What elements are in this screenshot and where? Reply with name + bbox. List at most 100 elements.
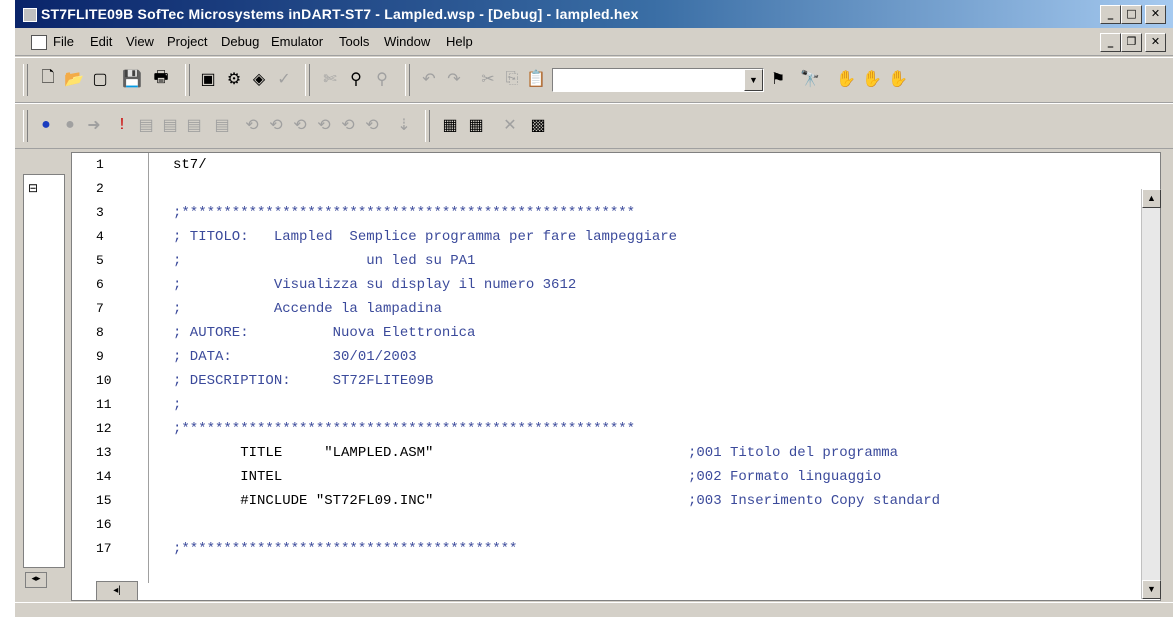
code-line: ; TITOLO: Lampled Semplice programma per…	[173, 229, 678, 245]
code-line: #INCLUDE "ST72FL09.INC"	[173, 493, 434, 509]
find-icon[interactable]: ⚲	[371, 68, 393, 90]
stack-icon[interactable]: ⟲	[289, 114, 311, 136]
code-line: ;***************************************…	[173, 205, 636, 221]
chart-icon[interactable]: ▦	[439, 114, 461, 136]
code-line: ;***************************************…	[173, 541, 518, 557]
breakpoint-icon[interactable]: !	[111, 114, 133, 136]
menu-file[interactable]: File	[53, 34, 74, 49]
workspace-tree[interactable]: ⊟	[23, 174, 65, 568]
hand-remove-icon[interactable]: ✋	[887, 68, 909, 90]
line-number: 3	[96, 205, 104, 220]
disasm-icon[interactable]: ⟲	[313, 114, 335, 136]
copy-icon[interactable]: ⎘	[501, 68, 523, 90]
code-comment: ;002 Formato linguaggio	[688, 469, 882, 485]
line-number: 14	[96, 469, 112, 484]
line-number: 9	[96, 349, 104, 364]
doc-restore-button[interactable]: ❐	[1121, 33, 1142, 52]
save-icon[interactable]: 💾	[121, 68, 143, 90]
compile-icon[interactable]: ▣	[197, 68, 219, 90]
scroll-down-icon[interactable]: ▼	[1142, 580, 1161, 599]
menu-window[interactable]: Window	[384, 34, 430, 49]
step-over-icon[interactable]: ▤	[159, 114, 181, 136]
open-file-icon[interactable]: 📂	[63, 68, 85, 90]
line-number: 17	[96, 541, 112, 556]
workspace-panel-header[interactable]	[19, 152, 69, 168]
menu-view[interactable]: View	[126, 34, 154, 49]
line-number: 13	[96, 445, 112, 460]
cut-icon[interactable]: ✄	[319, 68, 341, 90]
build-icon[interactable]: ⚙	[223, 68, 245, 90]
chart-icon[interactable]: ✕	[499, 114, 521, 136]
menu-edit[interactable]: Edit	[90, 34, 112, 49]
menu-project[interactable]: Project	[167, 34, 207, 49]
hand-all-icon[interactable]: ✋	[861, 68, 883, 90]
code-line: ;***************************************…	[173, 421, 636, 437]
toolbar-grip[interactable]	[23, 110, 28, 142]
toolbar-grip[interactable]	[23, 64, 28, 96]
run-icon[interactable]: ●	[35, 114, 57, 136]
vertical-scrollbar[interactable]: ▲ ▼	[1141, 189, 1161, 599]
code-line: ; DESCRIPTION: ST72FLITE09B	[173, 373, 434, 389]
scroll-up-icon[interactable]: ▲	[1142, 189, 1161, 208]
menu-debug[interactable]: Debug	[221, 34, 259, 49]
line-number: 6	[96, 277, 104, 292]
debug-toolbar: ● ● ➜ ! ▤ ▤ ▤ ▤ ⟲ ⟲ ⟲ ⟲ ⟲ ⟲ ⇣ ▦ ▦ ✕ ▩	[15, 103, 1173, 149]
trace-icon[interactable]: ⟲	[361, 114, 383, 136]
chevron-down-icon[interactable]: ▼	[744, 69, 763, 91]
find-combo[interactable]: ▼	[552, 68, 764, 92]
new-file-icon[interactable]: 🗋	[37, 68, 59, 90]
doc-minimize-button[interactable]: _	[1100, 33, 1121, 52]
cut-icon[interactable]: ✂	[477, 68, 499, 90]
title-bar[interactable]: ST7FLITE09B SofTec Microsystems inDART-S…	[15, 0, 1173, 28]
open-workspace-icon[interactable]: ▢	[89, 68, 111, 90]
toolbar-grip[interactable]	[305, 64, 310, 96]
chart-icon[interactable]: ▦	[465, 114, 487, 136]
toolbar-grip[interactable]	[405, 64, 410, 96]
app-icon[interactable]	[23, 8, 37, 22]
undo-icon[interactable]: ↶	[418, 68, 440, 90]
chart-icon[interactable]: ▩	[527, 114, 549, 136]
maximize-button[interactable]: □	[1121, 5, 1142, 24]
code-line: INTEL	[173, 469, 283, 485]
code-line: TITLE "LAMPLED.ASM"	[173, 445, 434, 461]
reset-icon[interactable]: ➜	[83, 114, 105, 136]
menu-emulator[interactable]: Emulator	[271, 34, 323, 49]
line-number: 1	[96, 157, 104, 172]
memory-icon[interactable]: ▤	[211, 114, 233, 136]
menu-help[interactable]: Help	[446, 34, 473, 49]
stop-icon[interactable]: ●	[59, 114, 81, 136]
code-line: ;	[173, 397, 182, 413]
redo-icon[interactable]: ↷	[443, 68, 465, 90]
step-into-icon[interactable]: ▤	[135, 114, 157, 136]
scroll-left-right-icon[interactable]: ◂▸	[25, 572, 47, 588]
hand-icon[interactable]: ✋	[835, 68, 857, 90]
paste-icon[interactable]: 📋	[525, 68, 547, 90]
code-line: ; DATA: 30/01/2003	[173, 349, 417, 365]
code-editor[interactable]: 1 2 3 4 5 6 7 8 9 10 11 12 13 14 15 16 1…	[71, 152, 1161, 601]
calc-icon[interactable]: ⇣	[393, 114, 415, 136]
rebuild-icon[interactable]: ◈	[248, 68, 270, 90]
binoculars-icon[interactable]: 🔭	[799, 68, 821, 90]
check-icon[interactable]: ✓	[273, 68, 295, 90]
find-in-files-icon[interactable]: ⚲	[345, 68, 367, 90]
watch-icon[interactable]: ⟲	[265, 114, 287, 136]
tree-expand-icon[interactable]: ⊟	[28, 181, 38, 195]
horizontal-scroll-button[interactable]: ◂|	[96, 581, 138, 601]
close-button[interactable]: ✕	[1145, 5, 1166, 24]
peripheral-icon[interactable]: ⟲	[337, 114, 359, 136]
toolbar-grip[interactable]	[185, 64, 190, 96]
print-icon[interactable]: 🖶	[150, 68, 172, 90]
find-combo-icon[interactable]: ⚑	[767, 68, 789, 90]
registers-icon[interactable]: ⟲	[241, 114, 263, 136]
code-line: ; Visualizza su display il numero 3612	[173, 277, 577, 293]
toolbar-grip[interactable]	[425, 110, 430, 142]
window-title: ST7FLITE09B SofTec Microsystems inDART-S…	[41, 6, 639, 22]
menu-tools[interactable]: Tools	[339, 34, 369, 49]
doc-close-button[interactable]: ✕	[1145, 33, 1166, 52]
line-number: 15	[96, 493, 112, 508]
minimize-button[interactable]: _	[1100, 5, 1121, 24]
step-out-icon[interactable]: ▤	[183, 114, 205, 136]
line-number: 10	[96, 373, 112, 388]
code-line: ; Accende la lampadina	[173, 301, 442, 317]
document-icon[interactable]	[31, 35, 47, 50]
